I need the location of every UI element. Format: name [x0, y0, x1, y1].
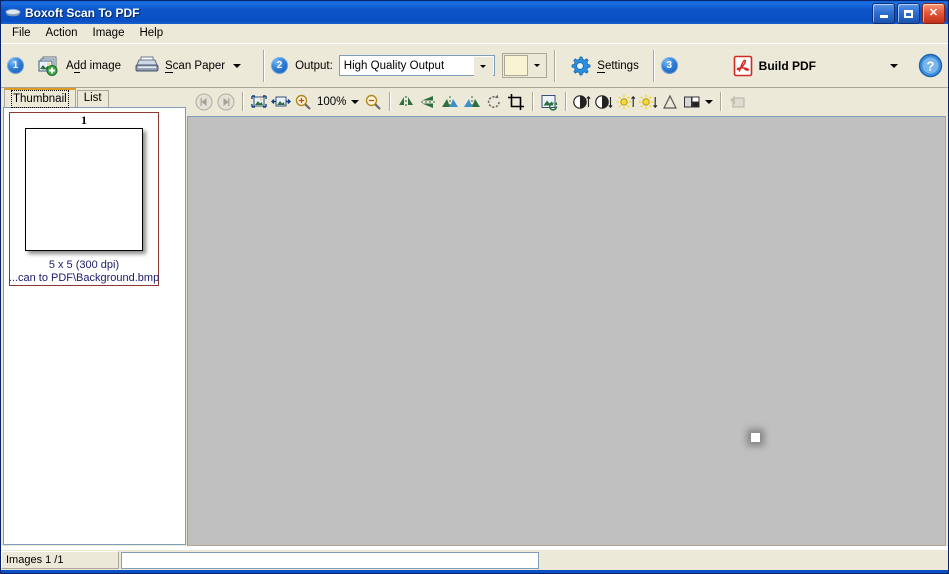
- add-image-button[interactable]: Add image: [31, 48, 128, 84]
- gear-icon: [569, 55, 591, 77]
- image-viewer[interactable]: [187, 116, 946, 546]
- pdf-icon: [733, 55, 753, 77]
- settings-label: Settings: [597, 59, 639, 73]
- rotate-left-icon[interactable]: [439, 91, 461, 113]
- brightness-down-icon[interactable]: [637, 91, 659, 113]
- fit-width-icon[interactable]: [270, 91, 292, 113]
- window-controls: ✕: [872, 3, 945, 24]
- flip-horizontal-icon[interactable]: [395, 91, 417, 113]
- build-pdf-label: Build PDF: [758, 58, 816, 73]
- color-swatch[interactable]: [504, 55, 529, 76]
- menu-item-help[interactable]: Help: [132, 25, 171, 42]
- scanner-icon: [5, 5, 21, 21]
- contrast-down-icon[interactable]: [593, 91, 615, 113]
- status-images-count: Images 1 /1: [1, 551, 119, 569]
- toolbar-separator: [389, 92, 391, 111]
- color-mode-dropdown-arrow[interactable]: [703, 91, 715, 113]
- thumbnail-pane[interactable]: 1 5 x 5 (300 dpi) ...can to PDF\Backgrou…: [3, 107, 186, 545]
- image-preview[interactable]: [751, 433, 760, 442]
- tab-thumbnail[interactable]: Thumbnail: [4, 88, 76, 108]
- zoom-dropdown-arrow[interactable]: [348, 91, 362, 113]
- toolbar-separator: [565, 92, 567, 111]
- gamma-icon[interactable]: [659, 91, 681, 113]
- window-title: Boxoft Scan To PDF: [25, 5, 140, 20]
- contrast-up-icon[interactable]: [571, 91, 593, 113]
- sidebar: Thumbnail List 1 5 x 5 (300 dpi) ...can …: [1, 88, 187, 546]
- zoom-level: 100%: [317, 95, 347, 108]
- add-image-label: Add image: [66, 59, 121, 73]
- scanner-device-icon: [135, 56, 159, 76]
- toolbar-separator: [720, 92, 722, 111]
- first-image-icon[interactable]: [193, 91, 215, 113]
- last-image-icon[interactable]: [215, 91, 237, 113]
- background-color-picker[interactable]: [502, 53, 548, 78]
- build-pdf-dropdown-arrow[interactable]: [889, 63, 898, 68]
- zoom-in-icon[interactable]: [292, 91, 314, 113]
- toolbar-separator: [652, 49, 654, 82]
- title-bar: Boxoft Scan To PDF ✕: [1, 1, 948, 24]
- add-image-icon: [38, 56, 60, 76]
- thumbnail-item[interactable]: 1 5 x 5 (300 dpi) ...can to PDF\Backgrou…: [9, 112, 159, 286]
- rotate-right-icon[interactable]: [461, 91, 483, 113]
- tab-list-label: List: [83, 92, 102, 104]
- thumbnail-preview[interactable]: [25, 128, 143, 251]
- step-3-badge: 3: [660, 57, 678, 74]
- status-bar: Images 1 /1: [1, 549, 948, 570]
- main-toolbar: 1 Add image Scan Paper 2 Output: High Qu…: [1, 43, 948, 88]
- deskew-icon[interactable]: [538, 91, 560, 113]
- flip-vertical-icon[interactable]: [417, 91, 439, 113]
- output-quality-value: High Quality Output: [343, 59, 445, 72]
- image-toolbar: 100%: [187, 88, 948, 116]
- toolbar-separator: [242, 92, 243, 111]
- svg-text:?: ?: [927, 58, 935, 73]
- scan-paper-button[interactable]: Scan Paper: [128, 48, 256, 84]
- undo-icon: [726, 91, 748, 113]
- thumbnail-page-number: 1: [81, 113, 87, 127]
- step-1-badge: 1: [7, 57, 24, 74]
- maximize-button[interactable]: [897, 3, 920, 24]
- crop-icon[interactable]: [505, 91, 527, 113]
- toolbar-separator: [554, 49, 556, 82]
- menu-item-image[interactable]: Image: [86, 25, 133, 42]
- zoom-out-icon[interactable]: [362, 91, 384, 113]
- tab-thumbnail-label: Thumbnail: [11, 90, 69, 108]
- chevron-down-icon[interactable]: [473, 57, 493, 76]
- toolbar-separator: [263, 49, 265, 82]
- sidebar-tabs: Thumbnail List: [1, 88, 187, 108]
- output-label: Output:: [295, 59, 333, 72]
- window-bottom-edge: [1, 570, 948, 573]
- build-pdf-button[interactable]: Build PDF: [726, 48, 913, 84]
- help-icon: ?: [918, 53, 943, 78]
- thumbnail-size: 5 x 5 (300 dpi): [48, 259, 120, 271]
- tab-list[interactable]: List: [76, 90, 109, 107]
- output-quality-select[interactable]: High Quality Output: [338, 55, 495, 76]
- menu-item-file[interactable]: File: [5, 25, 39, 42]
- toolbar-separator: [532, 92, 534, 111]
- thumbnail-path: ...can to PDF\Background.bmp: [8, 272, 160, 284]
- menu-item-action[interactable]: Action: [39, 25, 86, 42]
- application-window: Boxoft Scan To PDF ✕ File Action Image H…: [0, 0, 949, 574]
- rotate-icon[interactable]: [483, 91, 505, 113]
- close-button[interactable]: ✕: [922, 3, 945, 24]
- scan-paper-dropdown-arrow[interactable]: [233, 63, 242, 68]
- color-mode-icon[interactable]: [681, 91, 703, 113]
- scan-paper-label: Scan Paper: [165, 59, 226, 73]
- fit-image-icon[interactable]: [248, 91, 270, 113]
- viewer-pane: 100%: [187, 88, 948, 546]
- main-content: Thumbnail List 1 5 x 5 (300 dpi) ...can …: [1, 88, 948, 546]
- menu-bar: File Action Image Help: [1, 24, 948, 43]
- status-progress-field: [121, 551, 539, 569]
- color-dropdown-arrow[interactable]: [528, 55, 545, 76]
- brightness-up-icon[interactable]: [615, 91, 637, 113]
- help-button[interactable]: ?: [913, 48, 948, 84]
- minimize-button[interactable]: [872, 3, 895, 24]
- step-2-badge: 2: [271, 57, 289, 74]
- settings-button[interactable]: Settings: [562, 48, 646, 84]
